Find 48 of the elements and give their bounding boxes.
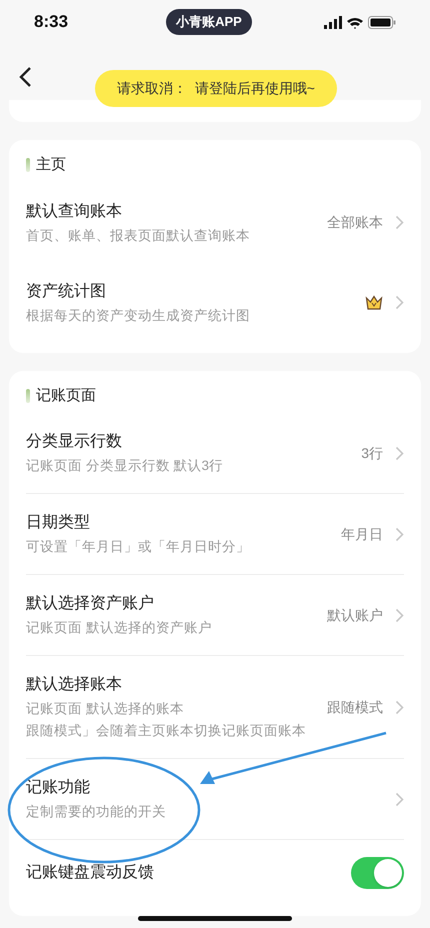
- row-title: 记账功能: [26, 778, 91, 798]
- toast-message: 请求取消： 请登陆后再使用哦~: [95, 70, 337, 107]
- row-subtitle: 记账页面 分类显示行数 默认3行: [26, 457, 224, 475]
- settings-row[interactable]: 默认选择账本 记账页面 默认选择的账本 跟随模式」会随着主页账本切换记账页面账本 跟随模式: [26, 656, 404, 759]
- row-subtitle: 跟随模式」会随着主页账本切换记账页面账本: [26, 722, 307, 740]
- row-title: 日期类型: [26, 512, 91, 533]
- app-pill: 小青账APP: [166, 9, 252, 35]
- row-subtitle: 记账页面 默认选择的资产账户: [26, 619, 213, 637]
- section-marker-icon: [26, 388, 30, 403]
- settings-row[interactable]: 记账键盘震动反馈: [26, 840, 404, 906]
- chevron-right-icon: [395, 792, 404, 806]
- row-title: 默认选择账本: [26, 674, 123, 695]
- settings-row[interactable]: 默认选择资产账户 记账页面 默认选择的资产账户 默认账户: [26, 575, 404, 656]
- battery-icon: [368, 16, 396, 28]
- row-value: 3行: [361, 444, 383, 462]
- status-time: 8:33: [34, 11, 70, 34]
- row-value: 跟随模式: [327, 698, 383, 716]
- row-subtitle: 首页、账单、报表页面默认查询账本: [26, 226, 251, 244]
- chevron-right-icon: [395, 526, 404, 542]
- row-value: 全部账本: [327, 213, 383, 232]
- chevron-right-icon: [395, 608, 404, 622]
- crown-icon: [365, 294, 383, 310]
- row-subtitle: 根据每天的资产变动生成资产统计图: [26, 306, 251, 324]
- row-title: 分类显示行数: [26, 432, 123, 452]
- row-title: 默认选择资产账户: [26, 594, 155, 614]
- settings-row[interactable]: 日期类型 可设置「年月日」或「年月日时分」 年月日: [26, 494, 404, 575]
- chevron-right-icon: [395, 295, 404, 310]
- row-value: 默认账户: [327, 606, 383, 624]
- settings-row[interactable]: 资产统计图 根据每天的资产变动生成资产统计图: [26, 262, 404, 342]
- row-subtitle: 记账页面 默认选择的账本: [26, 700, 185, 718]
- chevron-right-icon: [395, 215, 404, 230]
- row-title: 记账键盘震动反馈: [26, 862, 155, 883]
- section-title: 记账页面: [36, 386, 96, 406]
- settings-row[interactable]: 默认查询账本 首页、账单、报表页面默认查询账本 全部账本: [26, 182, 404, 262]
- row-value: 年月日: [341, 524, 383, 544]
- settings-row[interactable]: 分类显示行数 记账页面 分类显示行数 默认3行 3行: [26, 413, 404, 494]
- section-title: 主页: [36, 155, 66, 175]
- row-title: 资产统计图: [26, 282, 107, 302]
- row-subtitle: 定制需要的功能的开关: [26, 803, 167, 821]
- chevron-right-icon: [395, 700, 404, 714]
- back-icon: [18, 66, 32, 88]
- toggle-switch[interactable]: [351, 857, 404, 889]
- row-title: 默认查询账本: [26, 202, 123, 222]
- signal-icon: [324, 16, 342, 28]
- chevron-right-icon: [395, 446, 404, 460]
- section-marker-icon: [26, 158, 30, 172]
- wifi-icon: [346, 16, 363, 28]
- row-subtitle: 可设置「年月日」或「年月日时分」: [26, 538, 251, 556]
